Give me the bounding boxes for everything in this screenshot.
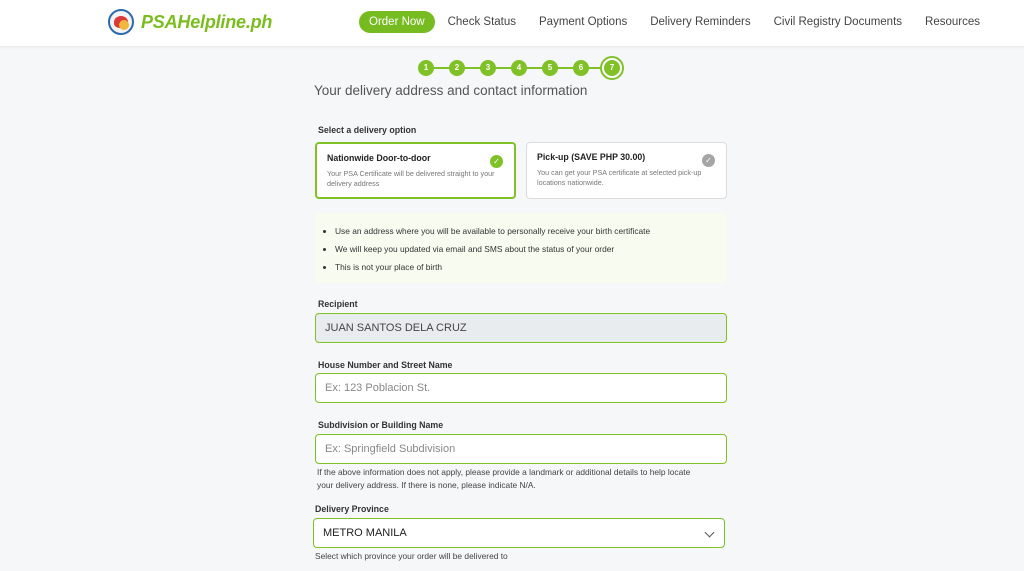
step-4: 4 [511, 60, 527, 76]
province-selected-value: METRO MANILA [323, 527, 407, 539]
street-input[interactable] [315, 373, 727, 403]
check-circle-icon: ✓ [702, 154, 715, 167]
main-nav: Order Now Check Status Payment Options D… [359, 11, 980, 33]
brand-name: PSAHelpline.ph [141, 11, 273, 32]
delivery-option-pickup[interactable]: Pick-up (SAVE PHP 30.00) You can get you… [526, 142, 727, 199]
step-6: 6 [573, 60, 589, 76]
delivery-info-box: Use an address where you will be availab… [315, 213, 727, 283]
province-select[interactable]: METRO MANILA [313, 518, 725, 548]
nav-item-resources[interactable]: Resources [925, 11, 980, 33]
nav-item-check-status[interactable]: Check Status [448, 11, 516, 33]
nav-item-civil-registry-documents[interactable]: Civil Registry Documents [774, 11, 902, 33]
recipient-label: Recipient [318, 299, 358, 309]
brand-logo[interactable]: PSAHelpline.ph [108, 9, 272, 35]
street-label: House Number and Street Name [318, 360, 453, 370]
page-heading: Your delivery address and contact inform… [314, 83, 588, 98]
nav-item-payment-options[interactable]: Payment Options [539, 11, 627, 33]
subdivision-hint-line2: your delivery address. If there is none,… [317, 480, 536, 490]
delivery-option-door-to-door[interactable]: Nationwide Door-to-door Your PSA Certifi… [315, 142, 516, 199]
step-3: 3 [480, 60, 496, 76]
province-label: Delivery Province [315, 504, 389, 514]
info-item: This is not your place of birth [335, 258, 727, 276]
check-circle-icon: ✓ [490, 155, 503, 168]
option-description: You can get your PSA certificate at sele… [537, 168, 702, 188]
step-7-current: 7 [602, 58, 622, 78]
province-hint: Select which province your order will be… [315, 551, 508, 561]
progress-stepper: 1 2 3 4 5 6 7 [418, 58, 624, 78]
subdivision-input[interactable] [315, 434, 727, 464]
recipient-field: JUAN SANTOS DELA CRUZ [315, 313, 727, 343]
info-item: We will keep you updated via email and S… [335, 240, 727, 258]
step-1: 1 [418, 60, 434, 76]
chevron-down-icon [704, 527, 715, 538]
option-description: Your PSA Certificate will be delivered s… [327, 169, 495, 189]
nav-item-order-now[interactable]: Order Now [359, 11, 435, 33]
psa-seal-icon [108, 9, 134, 35]
subdivision-hint-line1: If the above information does not apply,… [317, 467, 691, 477]
nav-item-delivery-reminders[interactable]: Delivery Reminders [650, 11, 750, 33]
info-item: Use an address where you will be availab… [335, 222, 727, 240]
top-navigation-bar: PSAHelpline.ph Order Now Check Status Pa… [0, 0, 1024, 46]
subdivision-label: Subdivision or Building Name [318, 420, 444, 430]
delivery-option-label: Select a delivery option [318, 125, 417, 135]
option-title: Pick-up (SAVE PHP 30.00) [537, 152, 646, 162]
option-title: Nationwide Door-to-door [327, 153, 431, 163]
step-5: 5 [542, 60, 558, 76]
step-2: 2 [449, 60, 465, 76]
info-list: Use an address where you will be availab… [335, 222, 727, 276]
